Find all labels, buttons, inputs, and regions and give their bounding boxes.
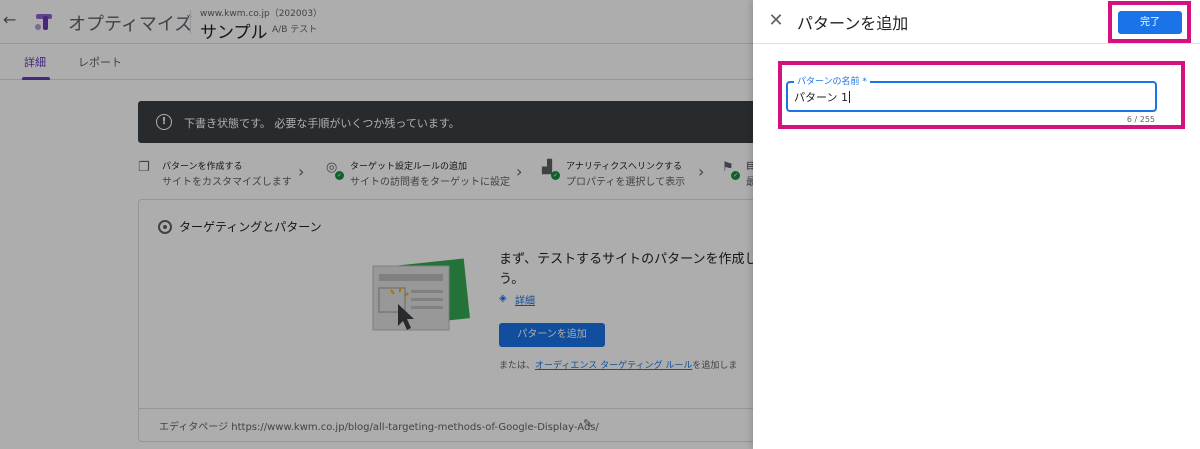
done-highlight-frame <box>1108 1 1191 43</box>
close-icon[interactable]: ✕ <box>767 11 785 31</box>
modal-scrim[interactable] <box>0 0 753 449</box>
add-pattern-panel: ✕ パターンを追加 完了 パターンの名前 * パターン 1 6 / 255 <box>753 0 1200 449</box>
panel-title: パターンを追加 <box>797 14 909 33</box>
field-highlight-frame <box>778 61 1185 129</box>
panel-header: ✕ パターンを追加 完了 <box>753 0 1200 44</box>
